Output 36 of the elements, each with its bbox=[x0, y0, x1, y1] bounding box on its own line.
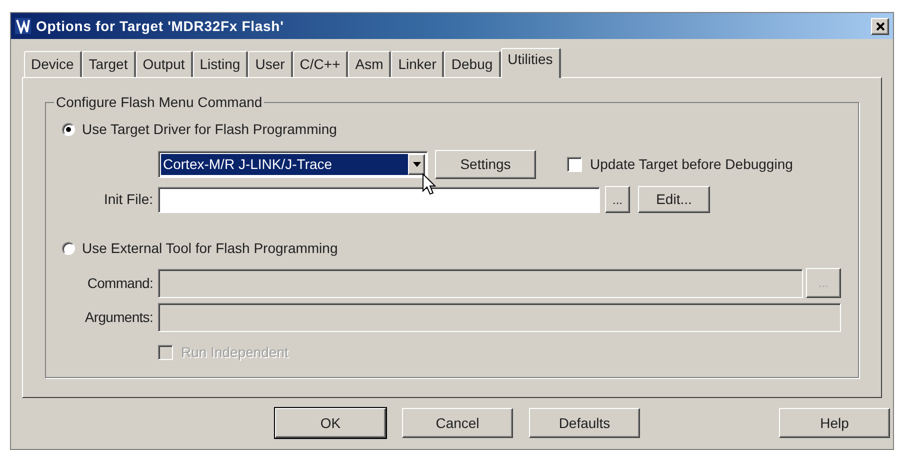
checkbox-label: Update Target before Debugging bbox=[590, 155, 793, 174]
settings-button[interactable]: Settings bbox=[435, 150, 536, 179]
radio-button[interactable] bbox=[62, 242, 75, 255]
field-label: Command: bbox=[86, 274, 153, 292]
dialog-button[interactable]: OK bbox=[275, 408, 386, 438]
field-label: Init File: bbox=[102, 190, 153, 209]
tab[interactable]: Debug bbox=[444, 51, 501, 77]
tab[interactable]: Listing bbox=[192, 51, 248, 77]
tab[interactable]: Linker bbox=[391, 51, 444, 77]
tab[interactable]: Output bbox=[136, 51, 193, 77]
close-icon bbox=[876, 22, 884, 30]
tab[interactable]: C/C++ bbox=[292, 51, 348, 77]
tab[interactable]: Target bbox=[82, 51, 136, 77]
close-button[interactable] bbox=[871, 18, 889, 34]
radio-label: Use Target Driver for Flash Programming bbox=[82, 120, 337, 139]
dialog-button[interactable]: Help bbox=[779, 408, 890, 438]
field-label: Arguments: bbox=[84, 308, 153, 327]
driver-dropdown[interactable]: Cortex-M/R J-LINK/J-Trace bbox=[158, 151, 428, 178]
app-icon bbox=[15, 18, 31, 34]
edit-button[interactable]: Edit... bbox=[638, 186, 710, 213]
group-title: Configure Flash Menu Command bbox=[55, 93, 264, 112]
dropdown-value: Cortex-M/R J-LINK/J-Trace bbox=[161, 154, 408, 175]
checkbox[interactable] bbox=[567, 157, 582, 172]
tab[interactable]: Utilities bbox=[500, 48, 561, 78]
tab[interactable]: User bbox=[248, 51, 293, 77]
caret-icon bbox=[412, 162, 420, 167]
browse-button[interactable]: ... bbox=[605, 186, 630, 213]
radio-label: Use External Tool for Flash Programming bbox=[82, 239, 338, 258]
window-title: Options for Target 'MDR32Fx Flash' bbox=[36, 16, 284, 36]
cursor-icon bbox=[422, 173, 436, 195]
init-file-field[interactable] bbox=[158, 186, 600, 212]
dialog-button[interactable]: Cancel bbox=[402, 408, 513, 438]
tab[interactable]: Asm bbox=[348, 51, 392, 77]
tab[interactable]: Device bbox=[24, 51, 82, 77]
radio-button[interactable] bbox=[62, 123, 75, 136]
dialog-button[interactable]: Defaults bbox=[529, 408, 640, 438]
